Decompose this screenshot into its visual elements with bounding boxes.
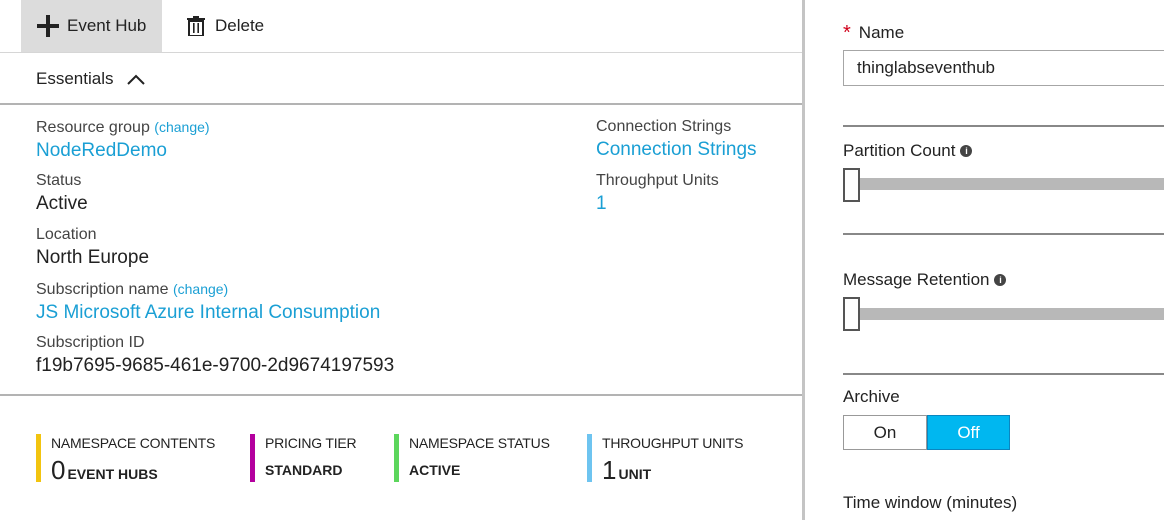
status-value: Active bbox=[36, 193, 88, 214]
status-label: Status bbox=[36, 172, 82, 189]
tile-number: 0 bbox=[51, 455, 66, 485]
plus-icon bbox=[35, 13, 61, 39]
resource-group-link[interactable]: NodeRedDemo bbox=[36, 138, 210, 164]
field-divider bbox=[843, 125, 1164, 127]
tile-value: STANDARD bbox=[265, 462, 343, 478]
namespace-status-tile[interactable]: NAMESPACE STATUS ACTIVE bbox=[394, 434, 550, 482]
chevron-up-icon[interactable] bbox=[126, 71, 146, 87]
delete-button[interactable]: Delete bbox=[181, 0, 264, 52]
tile-value: ACTIVE bbox=[409, 462, 461, 478]
location-property: Location North Europe bbox=[36, 225, 149, 271]
tile-unit: UNIT bbox=[618, 466, 652, 482]
message-retention-label-text: Message Retention bbox=[843, 270, 990, 289]
subscription-change-link[interactable]: (change) bbox=[173, 281, 228, 297]
throughput-units-tile[interactable]: THROUGHPUT UNITS 1 UNIT bbox=[587, 434, 744, 485]
archive-label-text: Archive bbox=[843, 387, 900, 406]
namespace-contents-tile[interactable]: NAMESPACE CONTENTS 0 EVENT HUBS bbox=[36, 434, 216, 485]
info-icon[interactable]: i bbox=[960, 145, 973, 157]
create-event-hub-blade: * Name Partition Count i Message Retenti… bbox=[805, 0, 1164, 520]
subscription-name-label: Subscription name bbox=[36, 281, 169, 298]
location-value: North Europe bbox=[36, 247, 150, 268]
subscription-id-property: Subscription ID f19b7695-9685-461e-9700-… bbox=[36, 333, 394, 379]
tile-title: THROUGHPUT UNITS bbox=[602, 435, 744, 451]
resource-group-property: Resource group (change) NodeRedDemo bbox=[36, 117, 210, 164]
partition-count-label-text: Partition Count bbox=[843, 141, 956, 160]
tile-number: 1 bbox=[602, 455, 617, 485]
essentials-label: Essentials bbox=[36, 69, 114, 88]
delete-label: Delete bbox=[215, 16, 265, 35]
required-asterisk: * bbox=[843, 22, 851, 44]
field-divider bbox=[843, 373, 1164, 375]
tile-title: PRICING TIER bbox=[265, 435, 357, 451]
tile-unit: EVENT HUBS bbox=[67, 466, 158, 482]
resource-group-change-link[interactable]: (change) bbox=[154, 119, 209, 135]
location-label: Location bbox=[36, 226, 97, 243]
archive-on-option[interactable]: On bbox=[843, 415, 927, 450]
archive-off-option[interactable]: Off bbox=[927, 415, 1010, 450]
tile-title: NAMESPACE CONTENTS bbox=[51, 435, 216, 451]
tile-title: NAMESPACE STATUS bbox=[409, 435, 550, 451]
connection-strings-label: Connection Strings bbox=[596, 118, 732, 135]
message-retention-slider-track[interactable] bbox=[851, 308, 1164, 320]
namespace-blade: Event Hub Delete Essentials Resource gro… bbox=[0, 0, 803, 520]
connection-strings-property: Connection Strings Connection Strings bbox=[596, 117, 757, 163]
partition-count-label: Partition Count i bbox=[843, 141, 973, 161]
partition-count-slider-thumb[interactable] bbox=[843, 168, 860, 202]
subscription-name-property: Subscription name (change) JS Microsoft … bbox=[36, 279, 380, 326]
name-field-label: * Name bbox=[843, 23, 904, 43]
essentials-header[interactable]: Essentials bbox=[0, 53, 803, 105]
throughput-units-label: Throughput Units bbox=[596, 172, 719, 189]
subscription-id-value: f19b7695-9685-461e-9700-2d9674197593 bbox=[36, 355, 395, 376]
time-window-label-text: Time window (minutes) bbox=[843, 493, 1018, 512]
command-bar: Event Hub Delete bbox=[0, 0, 803, 53]
trash-icon bbox=[183, 13, 209, 39]
name-label-text: Name bbox=[858, 23, 905, 42]
section-divider bbox=[0, 394, 803, 396]
subscription-id-label: Subscription ID bbox=[36, 334, 145, 351]
subscription-name-link[interactable]: JS Microsoft Azure Internal Consumption bbox=[36, 300, 380, 326]
name-input[interactable] bbox=[843, 50, 1164, 86]
time-window-label: Time window (minutes) bbox=[843, 493, 1017, 513]
add-event-hub-label: Event Hub bbox=[67, 16, 147, 35]
partition-count-slider-track[interactable] bbox=[851, 178, 1164, 190]
archive-toggle[interactable]: On Off bbox=[843, 415, 1010, 450]
status-property: Status Active bbox=[36, 171, 88, 217]
resource-group-label: Resource group bbox=[36, 119, 150, 136]
pricing-tier-tile[interactable]: PRICING TIER STANDARD bbox=[250, 434, 357, 482]
throughput-units-property: Throughput Units 1 bbox=[596, 171, 719, 217]
add-event-hub-button[interactable]: Event Hub bbox=[21, 0, 162, 52]
message-retention-label: Message Retention i bbox=[843, 270, 1007, 290]
message-retention-slider-thumb[interactable] bbox=[843, 297, 860, 331]
throughput-units-link[interactable]: 1 bbox=[596, 191, 719, 217]
connection-strings-link[interactable]: Connection Strings bbox=[596, 137, 757, 163]
field-divider bbox=[843, 233, 1164, 235]
info-icon[interactable]: i bbox=[994, 274, 1007, 286]
archive-label: Archive bbox=[843, 387, 900, 407]
